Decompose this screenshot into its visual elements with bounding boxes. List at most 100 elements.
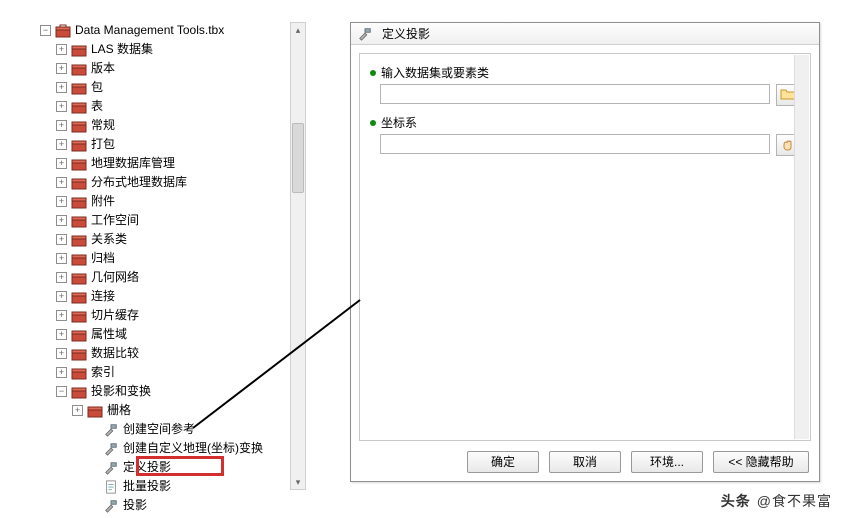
expand-icon[interactable]: + [56, 139, 67, 150]
tree-toolset-14[interactable]: + 切片缓存 [56, 307, 310, 324]
tree-item-label: 附件 [91, 193, 115, 210]
expand-icon[interactable]: + [56, 196, 67, 207]
tree-toolset-17[interactable]: + 索引 [56, 364, 310, 381]
required-dot-icon [370, 70, 376, 76]
expand-icon[interactable]: + [56, 215, 67, 226]
hammer-icon [103, 442, 119, 456]
watermark-author: @食不果富 [757, 491, 832, 511]
tree-toolset-9[interactable]: + 工作空间 [56, 212, 310, 229]
tree-item-label: 连接 [91, 288, 115, 305]
tree-proj-child-4[interactable]: 批量投影 [88, 478, 310, 495]
expand-icon[interactable]: + [56, 44, 67, 55]
toolset-icon [71, 328, 87, 342]
expand-icon[interactable]: + [56, 63, 67, 74]
param1-input[interactable] [380, 84, 770, 104]
toolset-icon [71, 100, 87, 114]
expand-icon[interactable]: + [56, 101, 67, 112]
tree-toolset-15[interactable]: +属性域 [56, 326, 310, 343]
toolset-icon [71, 176, 87, 190]
param2-input[interactable] [380, 134, 770, 154]
tree-toolset-2[interactable]: +包 [56, 79, 310, 96]
define-projection-dialog: 定义投影 输入数据集或要素类 坐标系 [350, 22, 820, 482]
ok-button[interactable]: 确定 [467, 451, 539, 473]
tree-toolset-1[interactable]: +版本 [56, 60, 310, 77]
hammer-icon [103, 499, 119, 513]
tree-toolset-5[interactable]: +打包 [56, 136, 310, 153]
tree-proj-child-0[interactable]: + 栅格 [72, 402, 310, 419]
toolset-icon [71, 290, 87, 304]
tree-item-label: 定义投影 [123, 459, 171, 476]
expand-icon[interactable]: + [56, 310, 67, 321]
tree-toolset-4[interactable]: + 常规 [56, 117, 310, 134]
tree-proj-child-3[interactable]: 定义投影 [88, 459, 310, 476]
tree-toolset-3[interactable]: +表 [56, 98, 310, 115]
toolset-icon [71, 271, 87, 285]
tree-toolset-0[interactable]: + LAS 数据集 [56, 41, 310, 58]
toolset-icon [71, 233, 87, 247]
toolset-icon [71, 62, 87, 76]
tree-toolset-11[interactable]: + 归档 [56, 250, 310, 267]
expand-icon[interactable]: + [56, 177, 67, 188]
tree-item-label: 常规 [91, 117, 115, 134]
hide-help-button[interactable]: << 隐藏帮助 [713, 451, 809, 473]
tree-item-label: 投影和变换 [91, 383, 151, 400]
toolset-icon [71, 157, 87, 171]
tree-toolset-7[interactable]: +分布式地理数据库 [56, 174, 310, 191]
tree-item-label: LAS 数据集 [91, 41, 153, 58]
expand-icon[interactable]: + [56, 367, 67, 378]
toolset-icon [71, 347, 87, 361]
toolset-icon [71, 252, 87, 266]
tree-item-label: 索引 [91, 364, 115, 381]
tree-item-label: Data Management Tools.tbx [75, 22, 224, 39]
tree-proj-child-2[interactable]: 创建自定义地理(坐标)变换 [88, 440, 310, 457]
tree-toolset-12[interactable]: +几何网络 [56, 269, 310, 286]
expand-icon[interactable]: + [56, 348, 67, 359]
expand-icon[interactable]: + [56, 291, 67, 302]
environments-button[interactable]: 环境... [631, 451, 703, 473]
expand-icon[interactable]: + [56, 234, 67, 245]
toolset-icon [71, 43, 87, 57]
tree-toolset-10[interactable]: +关系类 [56, 231, 310, 248]
tree-item-label: 栅格 [107, 402, 131, 419]
param1-label-row: 输入数据集或要素类 [370, 64, 800, 81]
tree-scroll-thumb[interactable] [292, 123, 304, 193]
tree-scrollbar[interactable]: ▴ ▾ [290, 22, 306, 490]
tree-toolset-8[interactable]: + 附件 [56, 193, 310, 210]
tree-toolset-16[interactable]: + 数据比较 [56, 345, 310, 362]
watermark-prefix: 头条 [721, 491, 751, 511]
hammer-icon [103, 461, 119, 475]
tree-item-label: 包 [91, 79, 103, 96]
dialog-body-scrollbar[interactable] [794, 55, 809, 439]
scroll-down-arrow-icon[interactable]: ▾ [292, 476, 304, 488]
expand-icon[interactable]: + [56, 120, 67, 131]
tree-proj-child-5[interactable]: 投影 [88, 497, 310, 514]
tree-item-label: 切片缓存 [91, 307, 139, 324]
param2-label: 坐标系 [381, 114, 417, 131]
dialog-title: 定义投影 [382, 25, 430, 42]
expand-icon[interactable]: + [72, 405, 83, 416]
tree-item-label: 创建自定义地理(坐标)变换 [123, 440, 263, 457]
tree-toolset-6[interactable]: +地理数据库管理 [56, 155, 310, 172]
toolset-icon [71, 119, 87, 133]
cancel-button[interactable]: 取消 [549, 451, 621, 473]
expand-icon[interactable]: + [56, 272, 67, 283]
tree-item-label: 归档 [91, 250, 115, 267]
collapse-icon[interactable]: − [40, 25, 51, 36]
tree-root-data-management[interactable]: − Data Management Tools.tbx [40, 22, 310, 39]
tree-item-label: 表 [91, 98, 103, 115]
collapse-icon[interactable]: − [56, 386, 67, 397]
expand-icon[interactable]: + [56, 158, 67, 169]
tree-proj-child-1[interactable]: 创建空间参考 [88, 421, 310, 438]
scroll-up-arrow-icon[interactable]: ▴ [292, 24, 304, 36]
glyph-none [88, 424, 99, 435]
expand-icon[interactable]: + [56, 329, 67, 340]
expand-icon[interactable]: + [56, 253, 67, 264]
tree-item-label: 数据比较 [91, 345, 139, 362]
toolset-icon [71, 195, 87, 209]
expand-icon[interactable]: + [56, 82, 67, 93]
tree-item-label: 工作空间 [91, 212, 139, 229]
toolset-icon [87, 404, 103, 418]
tree-toolset-18[interactable]: − 投影和变换 [56, 383, 310, 400]
tree-toolset-13[interactable]: + 连接 [56, 288, 310, 305]
toolbox-icon [55, 24, 71, 38]
